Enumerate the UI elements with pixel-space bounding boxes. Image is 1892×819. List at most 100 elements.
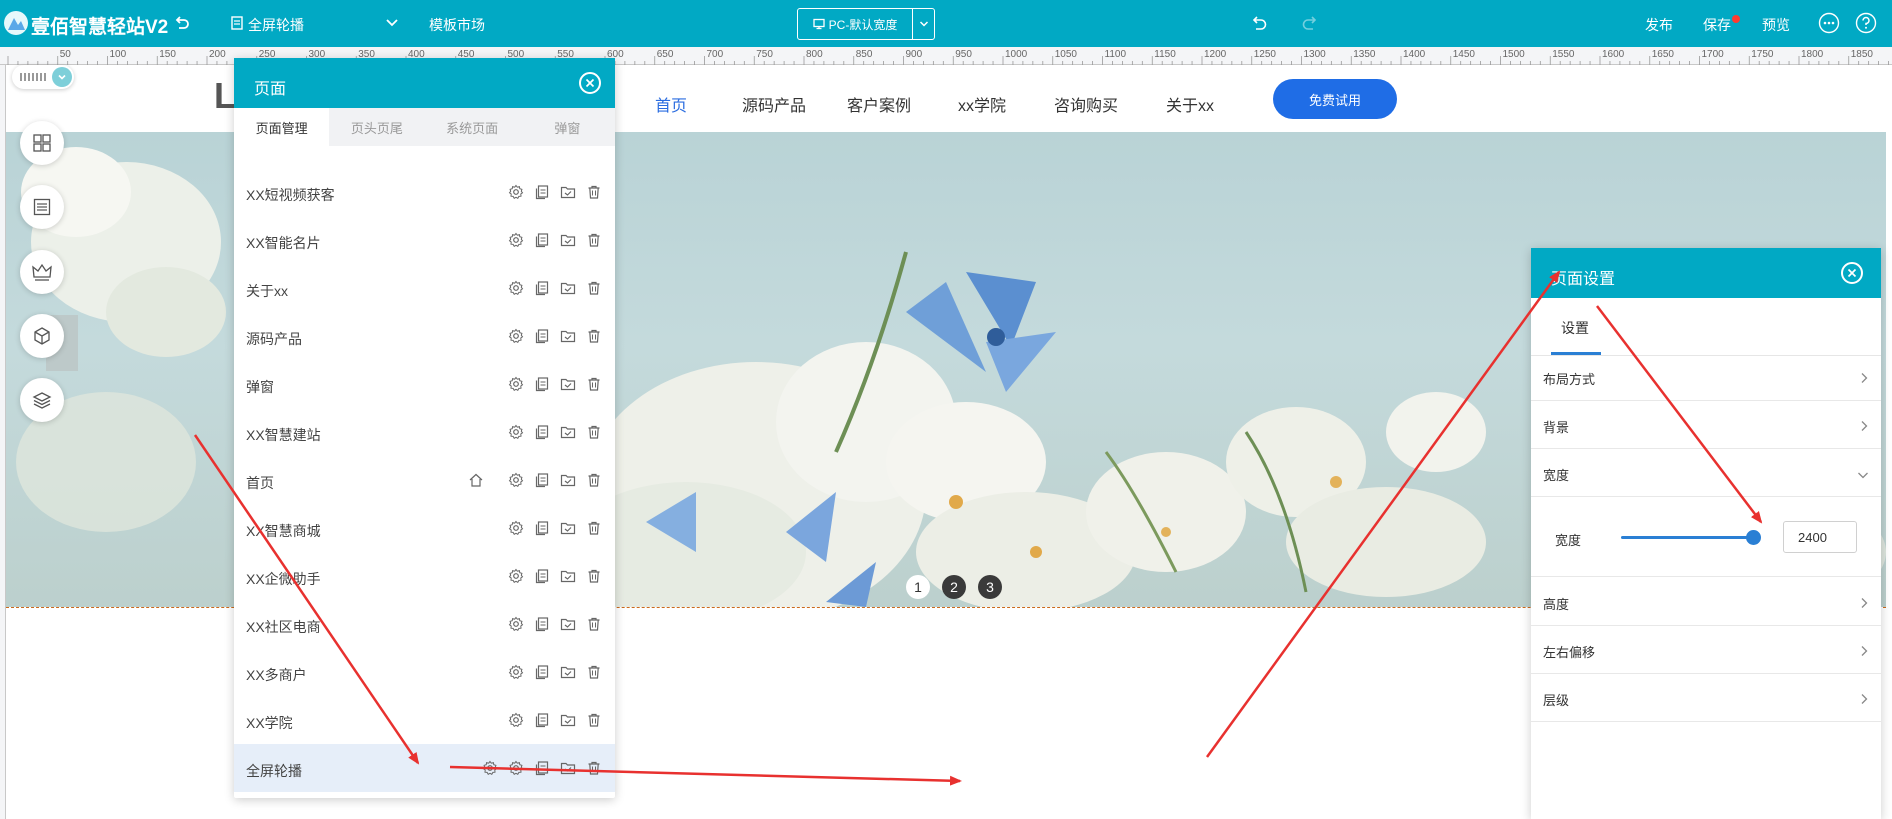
move-icon[interactable] xyxy=(560,568,576,584)
copy-icon[interactable] xyxy=(534,664,550,680)
settings-icon[interactable] xyxy=(508,568,524,584)
preview-button[interactable]: 预览 xyxy=(1762,15,1790,35)
redo-icon[interactable] xyxy=(1300,14,1320,37)
settings-icon[interactable] xyxy=(482,760,498,776)
move-icon[interactable] xyxy=(560,232,576,248)
copy-icon[interactable] xyxy=(534,184,550,200)
settings-icon[interactable] xyxy=(508,760,524,776)
setting-height[interactable]: 高度 xyxy=(1531,578,1881,626)
carousel-dot[interactable]: 3 xyxy=(978,575,1002,599)
delete-icon[interactable] xyxy=(586,760,602,776)
settings-icon[interactable] xyxy=(508,472,524,488)
delete-icon[interactable] xyxy=(586,664,602,680)
save-button[interactable]: 保存 xyxy=(1703,15,1731,35)
move-icon[interactable] xyxy=(560,328,576,344)
settings-icon[interactable] xyxy=(508,280,524,296)
settings-icon[interactable] xyxy=(508,664,524,680)
tab-header-footer[interactable]: 页头页尾 xyxy=(329,108,424,146)
setting-z-index[interactable]: 层级 xyxy=(1531,674,1881,722)
copy-icon[interactable] xyxy=(534,568,550,584)
settings-icon[interactable] xyxy=(508,328,524,344)
delete-icon[interactable] xyxy=(586,712,602,728)
move-icon[interactable] xyxy=(560,424,576,440)
page-list-item[interactable]: 源码产品 xyxy=(234,312,615,360)
settings-icon[interactable] xyxy=(508,520,524,536)
delete-icon[interactable] xyxy=(586,376,602,392)
delete-icon[interactable] xyxy=(586,424,602,440)
page-list-item[interactable]: XX学院 xyxy=(234,696,615,744)
page-list-item[interactable]: 首页 xyxy=(234,456,615,504)
copy-icon[interactable] xyxy=(534,520,550,536)
delete-icon[interactable] xyxy=(586,184,602,200)
setting-background[interactable]: 背景 xyxy=(1531,401,1881,449)
width-slider-track[interactable] xyxy=(1621,536,1756,539)
publish-button[interactable]: 发布 xyxy=(1645,15,1673,35)
nav-item-home[interactable]: 首页 xyxy=(655,92,687,116)
copy-icon[interactable] xyxy=(534,616,550,632)
move-icon[interactable] xyxy=(560,472,576,488)
template-market-link[interactable]: 模板市场 xyxy=(429,15,485,35)
page-list-item[interactable]: XX智慧商城 xyxy=(234,504,615,552)
copy-icon[interactable] xyxy=(534,760,550,776)
layers-button[interactable] xyxy=(20,378,64,422)
settings-icon[interactable] xyxy=(508,184,524,200)
width-input[interactable] xyxy=(1783,521,1857,553)
page-list-item[interactable]: XX短视频获客 xyxy=(234,168,615,216)
copy-icon[interactable] xyxy=(534,424,550,440)
nav-item-academy[interactable]: xx学院 xyxy=(958,92,1006,116)
delete-icon[interactable] xyxy=(586,568,602,584)
carousel-dot[interactable]: 1 xyxy=(906,575,930,599)
move-icon[interactable] xyxy=(560,760,576,776)
nav-item-purchase[interactable]: 咨询购买 xyxy=(1054,92,1118,116)
pages-button[interactable] xyxy=(20,185,64,229)
tab-system-pages[interactable]: 系统页面 xyxy=(425,108,520,146)
delete-icon[interactable] xyxy=(586,616,602,632)
page-list-item[interactable]: 关于xx xyxy=(234,264,615,312)
current-page-selector[interactable]: 全屏轮播 xyxy=(248,15,304,35)
carousel-dot[interactable]: 2 xyxy=(942,575,966,599)
page-list-item[interactable]: 全屏轮播 xyxy=(234,744,615,792)
page-list-item[interactable]: XX社区电商 xyxy=(234,600,615,648)
close-icon[interactable] xyxy=(1841,262,1863,284)
page-list-item[interactable]: XX智能名片 xyxy=(234,216,615,264)
setting-horizontal-offset[interactable]: 左右偏移 xyxy=(1531,626,1881,674)
delete-icon[interactable] xyxy=(586,280,602,296)
tab-popups[interactable]: 弹窗 xyxy=(520,108,615,146)
copy-icon[interactable] xyxy=(534,280,550,296)
page-list-item[interactable]: XX多商户 xyxy=(234,648,615,696)
move-icon[interactable] xyxy=(560,376,576,392)
move-icon[interactable] xyxy=(560,184,576,200)
close-icon[interactable] xyxy=(579,72,601,94)
home-icon[interactable] xyxy=(468,472,484,488)
modules-button[interactable] xyxy=(20,314,64,358)
move-icon[interactable] xyxy=(560,520,576,536)
device-dropdown-toggle[interactable] xyxy=(912,9,934,39)
setting-width[interactable]: 宽度 xyxy=(1531,449,1881,497)
page-list-item[interactable]: 弹窗 xyxy=(234,360,615,408)
delete-icon[interactable] xyxy=(586,472,602,488)
page-list-item[interactable]: XX智慧建站 xyxy=(234,408,615,456)
move-icon[interactable] xyxy=(560,616,576,632)
copy-icon[interactable] xyxy=(534,472,550,488)
settings-icon[interactable] xyxy=(508,232,524,248)
tab-page-management[interactable]: 页面管理 xyxy=(234,108,330,146)
templates-button[interactable] xyxy=(20,250,64,294)
more-icon[interactable] xyxy=(1818,12,1840,39)
copy-icon[interactable] xyxy=(534,232,550,248)
nav-item-about[interactable]: 关于xx xyxy=(1166,92,1214,116)
back-icon[interactable] xyxy=(172,13,192,38)
delete-icon[interactable] xyxy=(586,520,602,536)
undo-icon[interactable] xyxy=(1249,14,1269,37)
delete-icon[interactable] xyxy=(586,232,602,248)
move-icon[interactable] xyxy=(560,280,576,296)
nav-item-products[interactable]: 源码产品 xyxy=(742,92,806,116)
copy-icon[interactable] xyxy=(534,712,550,728)
help-icon[interactable] xyxy=(1855,12,1877,39)
device-width-button[interactable]: PC-默认宽度 xyxy=(798,9,912,39)
copy-icon[interactable] xyxy=(534,328,550,344)
page-list-item[interactable]: XX企微助手 xyxy=(234,552,615,600)
chevron-down-icon[interactable] xyxy=(52,67,72,87)
copy-icon[interactable] xyxy=(534,376,550,392)
delete-icon[interactable] xyxy=(586,328,602,344)
move-icon[interactable] xyxy=(560,712,576,728)
